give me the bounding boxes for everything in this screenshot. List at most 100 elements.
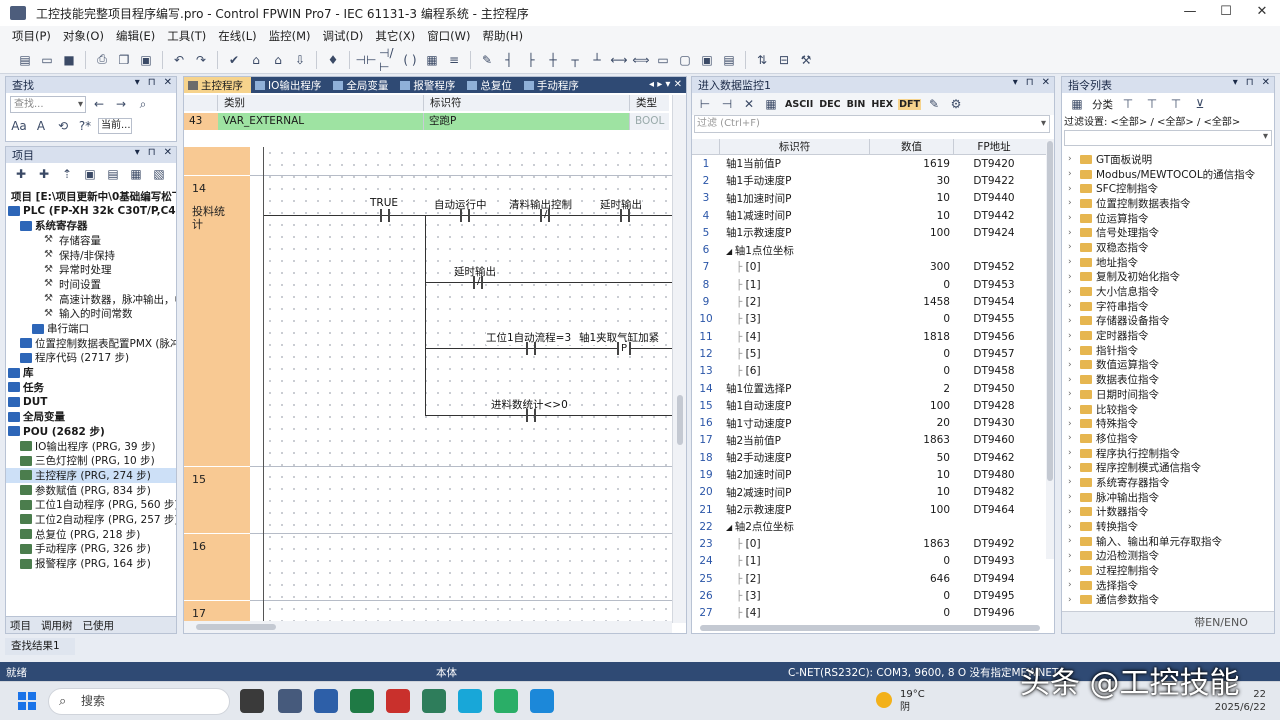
contact-clear-output[interactable]: / <box>534 209 556 222</box>
editor-tab-3[interactable]: 报警程序 <box>396 77 463 93</box>
instruction-category[interactable]: › 双稳态指令 <box>1062 240 1274 255</box>
add-var2-icon[interactable]: ⊣ <box>718 95 736 113</box>
menu-item-9[interactable]: 帮助(H) <box>477 28 530 44</box>
instruction-category[interactable]: › 脉冲输出指令 <box>1062 490 1274 505</box>
menu-item-3[interactable]: 工具(T) <box>161 28 212 44</box>
contact-delay-output[interactable] <box>614 209 636 222</box>
box2-icon[interactable]: ▣ <box>698 51 716 69</box>
menu-item-1[interactable]: 对象(O) <box>57 28 110 44</box>
check-icon[interactable]: ✔ <box>225 51 243 69</box>
format-hex[interactable]: HEX <box>870 99 894 110</box>
editor-horizontal-scrollbar[interactable] <box>184 621 672 633</box>
tree-node[interactable]: 库 <box>6 365 176 380</box>
monitor-row[interactable]: 19 轴2加速时间P 10 DT9480 <box>692 466 1047 483</box>
tree-node[interactable]: ⚒ 时间设置 <box>6 277 176 292</box>
with-en-eno-button[interactable]: 带EN/ENO <box>1168 612 1274 633</box>
menu-item-6[interactable]: 调试(D) <box>317 28 370 44</box>
instruction-category[interactable]: › 日期时间指令 <box>1062 387 1274 402</box>
expand-icon[interactable]: › <box>1068 404 1080 414</box>
tree-node[interactable]: ⚒ 保持/非保持 <box>6 248 176 263</box>
monitor-row[interactable]: 8 ├ [1] 0 DT9453 <box>692 276 1047 293</box>
tree-node[interactable]: 程序代码 (2717 步) <box>6 351 176 366</box>
instruction-category[interactable]: › 字符串指令 <box>1062 299 1274 314</box>
expand-icon[interactable]: › <box>1068 242 1080 252</box>
expand-icon[interactable]: › <box>1068 492 1080 502</box>
instruction-category[interactable]: › 信号处理指令 <box>1062 225 1274 240</box>
settings-icon[interactable]: ⚙ <box>947 95 965 113</box>
tree-node[interactable]: 总复位 (PRG, 218 步) <box>6 527 176 542</box>
open-icon[interactable]: ▭ <box>38 51 56 69</box>
pin-icon[interactable]: ⊓ <box>148 77 156 88</box>
instruction-category[interactable]: › 指针指令 <box>1062 343 1274 358</box>
col-identifier[interactable]: 标识符 <box>720 139 870 154</box>
rung-15-number[interactable]: 15 <box>184 467 250 533</box>
monitor-row[interactable]: 16 轴1寸动速度P 20 DT9430 <box>692 414 1047 431</box>
app5-icon[interactable] <box>422 689 446 713</box>
download-icon[interactable]: ⇩ <box>291 51 309 69</box>
align-icon[interactable]: ≡ <box>445 51 463 69</box>
new-icon[interactable]: ▤ <box>16 51 34 69</box>
format-dft[interactable]: DFT <box>898 98 921 110</box>
monitor-row[interactable]: 18 轴2手动速度P 50 DT9462 <box>692 449 1047 466</box>
monitor-row[interactable]: 4 轴1减速时间P 10 DT9442 <box>692 207 1047 224</box>
print-icon[interactable]: ⎙ <box>93 51 111 69</box>
expand-icon[interactable]: › <box>1068 198 1080 208</box>
contact-feed-count[interactable] <box>520 409 542 422</box>
expand-icon[interactable]: › <box>1068 228 1080 238</box>
search-icon[interactable]: ⌕ <box>134 95 152 113</box>
monitor-row[interactable]: 26 ├ [3] 0 DT9495 <box>692 587 1047 604</box>
tree-node[interactable]: DUT <box>6 395 176 410</box>
filter-icon[interactable]: ⊻ <box>1191 95 1209 113</box>
format-dec[interactable]: DEC <box>818 99 841 110</box>
expand-icon[interactable]: › <box>1068 331 1080 341</box>
copy-icon[interactable]: ❐ <box>115 51 133 69</box>
panel-close-icon[interactable]: ✕ <box>1042 77 1050 88</box>
editor-tab-1[interactable]: IO输出程序 <box>251 77 329 93</box>
pin-icon[interactable]: ⊓ <box>148 147 156 158</box>
monitor-row[interactable]: 15 轴1自动速度P 100 DT9428 <box>692 397 1047 414</box>
tree-node[interactable]: 主控程序 (PRG, 274 步) <box>6 468 176 483</box>
instruction-category[interactable]: › 比较指令 <box>1062 402 1274 417</box>
instruction-category[interactable]: › 程序执行控制指令 <box>1062 446 1274 461</box>
monitor-row[interactable]: 17 轴2当前值P 1863 DT9460 <box>692 432 1047 449</box>
next-arrow-icon[interactable]: → <box>112 95 130 113</box>
prop2-icon[interactable]: ▤ <box>104 165 122 183</box>
tree-node[interactable]: POU (2682 步) <box>6 424 176 439</box>
project-tab-0[interactable]: 项目 <box>10 618 31 633</box>
decl-row-id[interactable]: 空跑P <box>424 113 630 130</box>
tree-node[interactable]: 全局变量 <box>6 409 176 424</box>
monitor-horizontal-scrollbar[interactable] <box>700 625 1040 631</box>
tree-node[interactable]: IO输出程序 (PRG, 39 步) <box>6 439 176 454</box>
editor-tab-0[interactable]: 主控程序 <box>184 77 251 93</box>
expand-icon[interactable]: › <box>1068 345 1080 355</box>
coil-icon[interactable]: ( ) <box>401 51 419 69</box>
expand-icon[interactable]: › <box>1068 551 1080 561</box>
instruction-category[interactable]: › 定时器指令 <box>1062 328 1274 343</box>
editor-tab-4[interactable]: 总复位 <box>463 77 520 93</box>
maximize-button[interactable]: ☐ <box>1208 0 1244 26</box>
instruction-category[interactable]: › 地址指令 <box>1062 255 1274 270</box>
monitor-row[interactable]: 20 轴2减速时间P 10 DT9482 <box>692 484 1047 501</box>
panel-dropdown-icon[interactable]: ▾ <box>1233 77 1238 88</box>
panel-close-icon[interactable]: ✕ <box>164 147 172 158</box>
declaration-row[interactable]: 43 VAR_EXTERNAL 空跑P BOOL <box>184 113 669 130</box>
add-var-icon[interactable]: ⊢ <box>696 95 714 113</box>
col-value[interactable]: 数值 <box>870 139 954 154</box>
format-bin[interactable]: BIN <box>846 99 867 110</box>
category-icon[interactable]: ▦ <box>1068 95 1086 113</box>
box-icon[interactable]: ▢ <box>676 51 694 69</box>
scope-select[interactable]: 当前... <box>98 118 132 134</box>
add-child-icon[interactable]: ✚ <box>35 165 53 183</box>
instruction-category[interactable]: › 程序控制模式通信指令 <box>1062 460 1274 475</box>
tree-node[interactable]: 手动程序 (PRG, 326 步) <box>6 542 176 557</box>
contact-no-icon[interactable]: ⊣⊢ <box>356 51 377 69</box>
collapse-icon[interactable]: ◢ <box>726 247 735 256</box>
split-icon[interactable]: ⇅ <box>753 51 771 69</box>
contact-axis1-clamp-pulse[interactable]: P <box>617 342 631 355</box>
instruction-category[interactable]: › 通信参数指令 <box>1062 593 1274 608</box>
contact-true[interactable] <box>374 209 396 222</box>
monitor-row[interactable]: 9 ├ [2] 1458 DT9454 <box>692 293 1047 310</box>
tabs-overflow-icon[interactable]: ◂ ▸ ▾ ✕ <box>649 79 682 90</box>
wire-icon[interactable]: ┤ <box>500 51 518 69</box>
delete-icon[interactable]: ✕ <box>740 95 758 113</box>
